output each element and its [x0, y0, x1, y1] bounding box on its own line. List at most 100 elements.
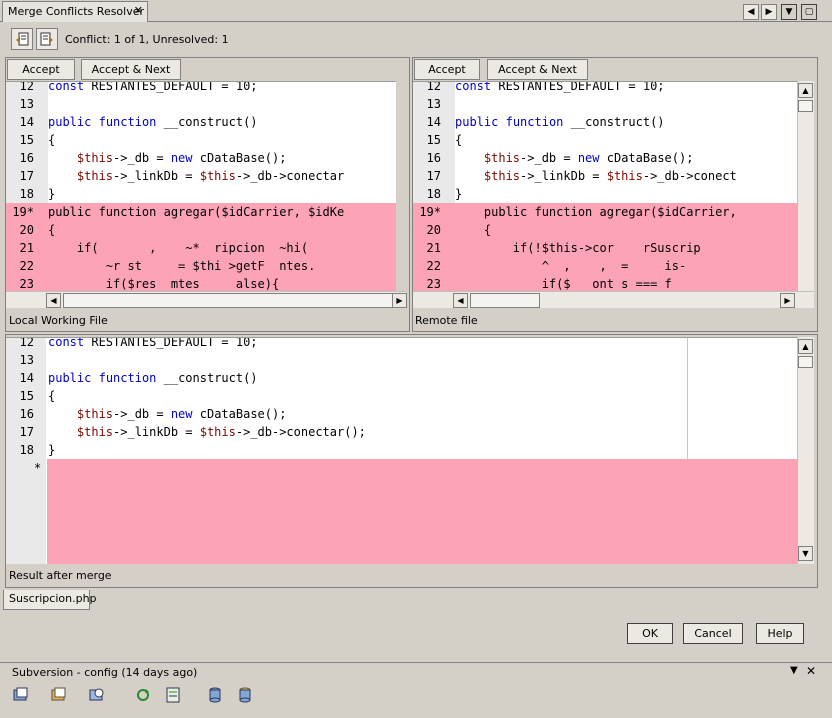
- tab-merge-conflicts-resolver[interactable]: Merge Conflicts Resolver ✕: [2, 1, 148, 22]
- conflict-status: Conflict: 1 of 1, Unresolved: 1: [65, 33, 229, 46]
- next-conflict-button[interactable]: [36, 28, 58, 50]
- refresh-icon[interactable]: [134, 686, 152, 704]
- cancel-button[interactable]: Cancel: [683, 623, 743, 644]
- right-accept-next-button[interactable]: Accept & Next: [487, 59, 588, 80]
- code-line[interactable]: 21 if( , ~* ripcion ~hi(: [6, 239, 396, 257]
- code-line[interactable]: 15 {: [6, 131, 396, 149]
- result-conflict-block[interactable]: [47, 459, 797, 564]
- code-line[interactable]: 18}: [413, 185, 797, 203]
- update-icon[interactable]: [206, 686, 224, 704]
- scroll-left-arrow-icon[interactable]: ◀: [453, 293, 468, 308]
- commit-icon[interactable]: [236, 686, 254, 704]
- scroll-up-arrow-icon[interactable]: ▲: [798, 339, 813, 354]
- help-button[interactable]: Help: [756, 623, 804, 644]
- scroll-right-arrow-icon[interactable]: ▶: [780, 293, 795, 308]
- code-text: public function __construct(): [455, 115, 665, 129]
- ok-button[interactable]: OK: [627, 623, 673, 644]
- line-number: 15: [19, 133, 34, 147]
- code-text: $this->_linkDb = $this->_db->conectar();: [76, 425, 366, 439]
- code-line[interactable]: 12 const RESTANTES_DEFAULT = 10;: [6, 337, 797, 351]
- local-changes-icon[interactable]: [12, 686, 30, 704]
- line-number: 14: [19, 371, 34, 385]
- line-number: 17: [19, 425, 34, 439]
- code-line[interactable]: 14 public function __construct(): [6, 369, 797, 387]
- code-line[interactable]: 15 {: [6, 387, 797, 405]
- line-number: 17: [426, 169, 441, 183]
- scroll-thumb[interactable]: [798, 100, 813, 112]
- code-line[interactable]: 23 if($ ont s === f: [413, 275, 797, 291]
- local-code-view[interactable]: 12 const RESTANTES_DEFAULT = 10; 13 14 publi…: [6, 81, 396, 291]
- result-vertical-scrollbar[interactable]: ▲ ▼: [797, 337, 814, 564]
- code-line[interactable]: 19* public function agregar($idCarrier, $…: [6, 203, 396, 221]
- code-line[interactable]: 16 $this->_db = new cDataBase();: [6, 149, 396, 167]
- code-line[interactable]: 20 {: [6, 221, 396, 239]
- code-text: $this->_db = new cDataBase();: [76, 407, 287, 421]
- code-line[interactable]: 12 const RESTANTES_DEFAULT = 10;: [6, 82, 396, 95]
- dropdown-icon[interactable]: ▼: [790, 665, 798, 676]
- scroll-thumb[interactable]: [470, 293, 540, 308]
- dropdown-icon[interactable]: ▼: [781, 4, 797, 20]
- scroll-right-arrow-icon[interactable]: ▶: [392, 293, 407, 308]
- maximize-icon[interactable]: ▢: [801, 4, 817, 20]
- result-conflict-marker: *: [34, 461, 42, 475]
- code-line[interactable]: 17 $this->_linkDb = $this->_db->conect: [413, 167, 797, 185]
- scroll-right-icon[interactable]: ▶: [761, 4, 777, 20]
- right-accept-button[interactable]: Accept: [414, 59, 480, 80]
- close-icon[interactable]: ✕: [134, 4, 143, 17]
- code-line[interactable]: 23 if($res mtes alse){: [6, 275, 396, 291]
- line-number: 14: [426, 115, 441, 129]
- code-line[interactable]: 18}: [6, 185, 396, 203]
- line-number: 22: [426, 259, 441, 273]
- code-text: const RESTANTES_DEFAULT = 10;: [48, 337, 258, 349]
- all-changes-icon[interactable]: [88, 686, 106, 704]
- scroll-left-arrow-icon[interactable]: ◀: [46, 293, 61, 308]
- code-line[interactable]: 12 const RESTANTES_DEFAULT = 10;: [413, 81, 797, 95]
- diff-icon[interactable]: [164, 686, 182, 704]
- code-line[interactable]: 16 $this->_db = new cDataBase();: [413, 149, 797, 167]
- line-number: 22: [19, 259, 34, 273]
- code-line[interactable]: 15 {: [413, 131, 797, 149]
- code-line[interactable]: 18}: [6, 441, 797, 459]
- scroll-thumb[interactable]: [63, 293, 393, 308]
- code-line[interactable]: 20 {: [413, 221, 797, 239]
- scroll-down-arrow-icon[interactable]: ▼: [798, 546, 813, 561]
- code-line[interactable]: 14 public function __construct(): [6, 113, 396, 131]
- right-horizontal-scrollbar[interactable]: ◀ ▶: [413, 291, 814, 308]
- code-text: {: [455, 133, 463, 147]
- right-vertical-scrollbar[interactable]: ▲: [797, 81, 814, 291]
- code-line[interactable]: 22 ^ , , = is-: [413, 257, 797, 275]
- left-accept-button[interactable]: Accept: [7, 59, 75, 80]
- code-line[interactable]: 13: [6, 351, 797, 369]
- line-number: 12: [426, 81, 441, 93]
- scroll-thumb[interactable]: [798, 356, 813, 368]
- code-line[interactable]: 19* public function agregar($idCarrier,: [413, 203, 797, 221]
- tab-suscripcion-php[interactable]: Suscripcion.php: [3, 590, 97, 610]
- next-conflict-icon: [40, 32, 53, 46]
- close-icon[interactable]: ✕: [806, 664, 816, 678]
- code-line[interactable]: 13: [6, 95, 396, 113]
- left-horizontal-scrollbar[interactable]: ◀ ▶: [6, 291, 407, 308]
- code-text: const RESTANTES_DEFAULT = 10;: [455, 81, 665, 93]
- code-line[interactable]: 14 public function __construct(): [413, 113, 797, 131]
- code-line[interactable]: 13: [413, 95, 797, 113]
- scroll-up-arrow-icon[interactable]: ▲: [798, 83, 813, 98]
- line-number: 18: [19, 443, 34, 457]
- code-line[interactable]: 21 if(!$this->cor rSuscrip: [413, 239, 797, 257]
- remote-code-view[interactable]: 12 const RESTANTES_DEFAULT = 10; 13 14 publi…: [413, 81, 797, 291]
- result-code-view[interactable]: * 12 const RESTANTES_DEFAULT = 10; 13 14 pub…: [6, 337, 797, 564]
- code-line[interactable]: 17 $this->_linkDb = $this->_db->conectar: [6, 167, 396, 185]
- line-number: 23: [19, 277, 34, 291]
- code-line[interactable]: 16 $this->_db = new cDataBase();: [6, 405, 797, 423]
- code-text: {: [48, 133, 56, 147]
- code-line[interactable]: 17 $this->_linkDb = $this->_db->conectar…: [6, 423, 797, 441]
- scroll-left-icon[interactable]: ◀: [743, 4, 759, 20]
- line-number: 13: [19, 97, 34, 111]
- tab-title: Merge Conflicts Resolver: [8, 5, 145, 18]
- previous-conflict-button[interactable]: [11, 28, 33, 50]
- code-line[interactable]: 22 ~r st = $thi >getF ntes.: [6, 257, 396, 275]
- remote-changes-icon[interactable]: [50, 686, 68, 704]
- left-accept-next-button[interactable]: Accept & Next: [81, 59, 181, 80]
- line-number: 13: [426, 97, 441, 111]
